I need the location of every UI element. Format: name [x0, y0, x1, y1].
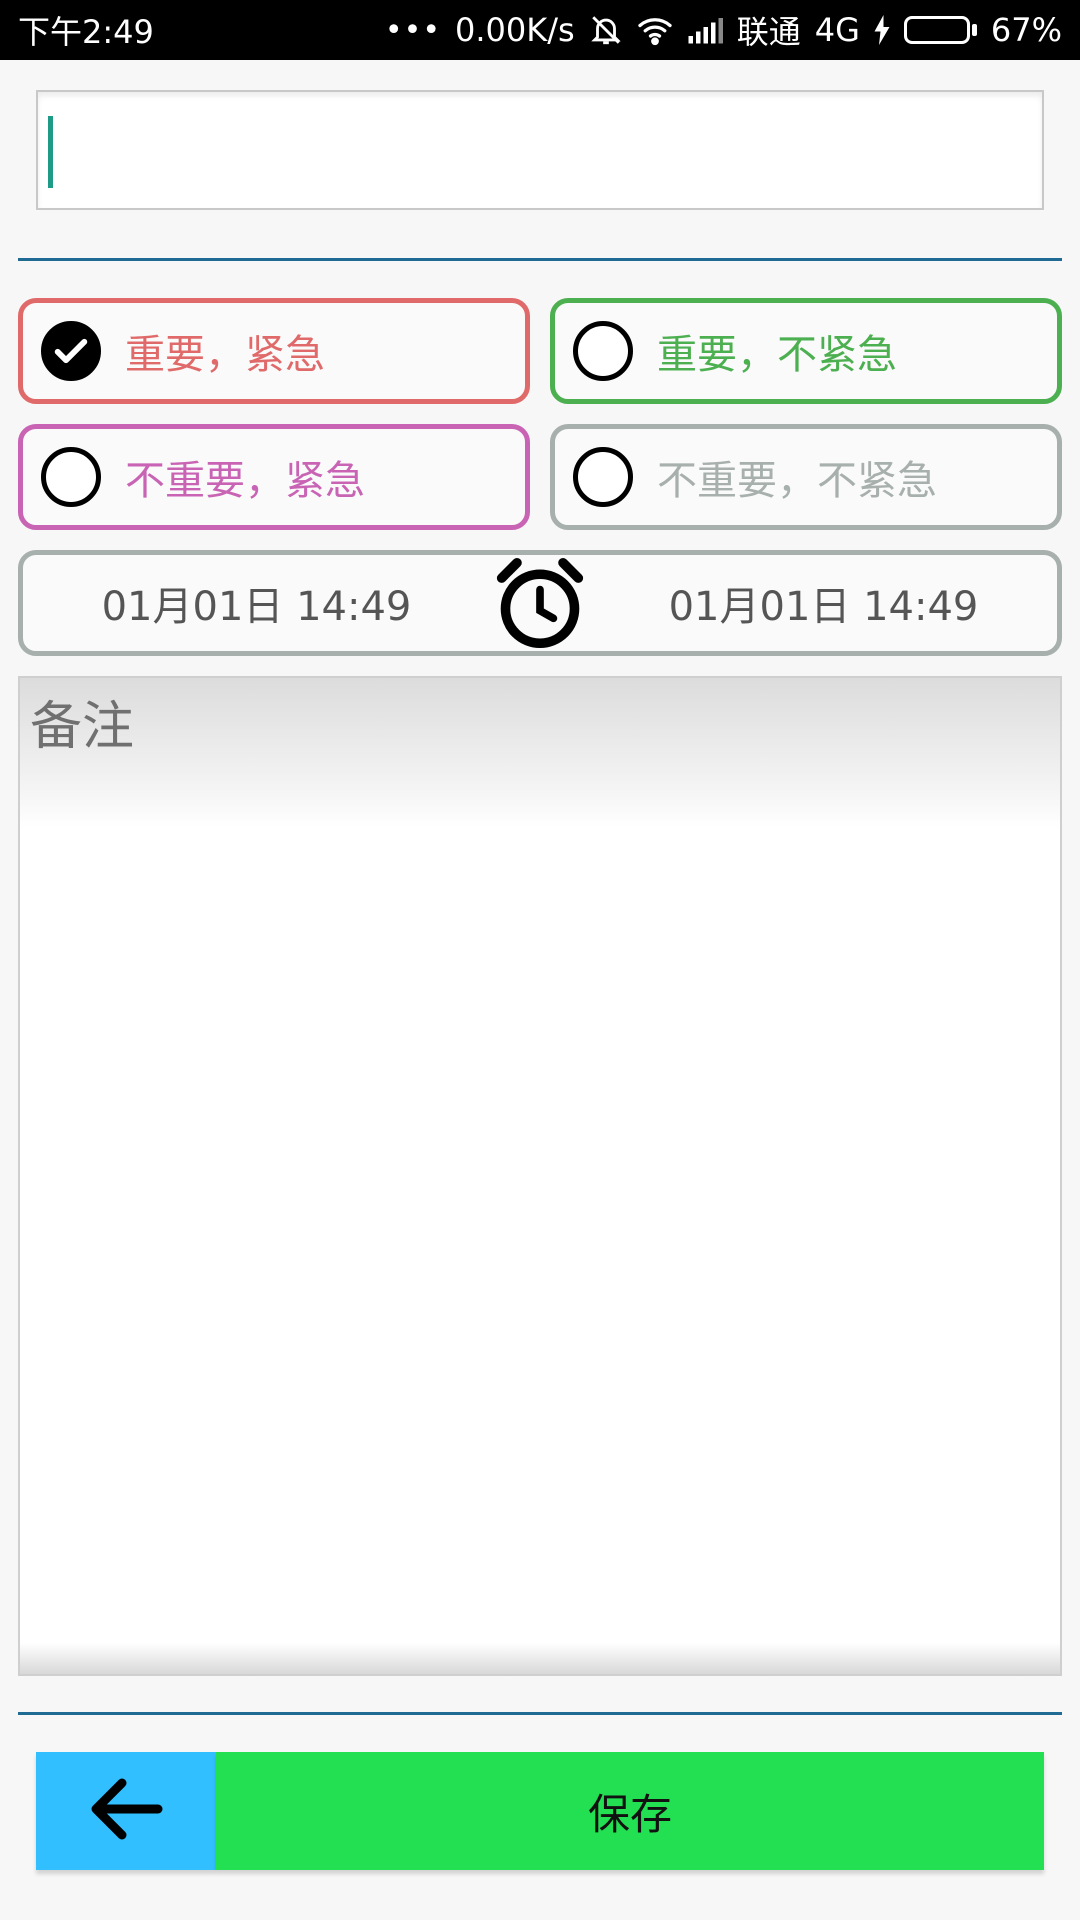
carrier-name: 联通 — [736, 13, 801, 51]
network-type: 4G — [814, 11, 860, 49]
battery-percent: 67% — [990, 11, 1062, 49]
radio-unchecked-icon — [573, 447, 633, 507]
status-bar: 下午2:49 ••• 0.00K/s 联通 4G 67% — [0, 0, 1080, 60]
save-button[interactable]: 保存 — [216, 1752, 1044, 1870]
notes-container — [18, 676, 1062, 1676]
priority-label: 重要，紧急 — [125, 332, 325, 378]
wifi-icon — [637, 14, 673, 46]
text-caret — [48, 116, 53, 188]
signal-icon — [687, 16, 723, 44]
alarm-clock-icon[interactable] — [490, 555, 590, 651]
priority-label: 不重要，不紧急 — [657, 458, 937, 504]
priority-label: 重要，不紧急 — [657, 332, 897, 378]
charging-icon — [874, 15, 890, 45]
top-divider — [18, 258, 1062, 261]
priority-important-not-urgent[interactable]: 重要，不紧急 — [550, 298, 1062, 404]
status-right: ••• 0.00K/s 联通 4G 67% — [385, 7, 1062, 53]
bottom-divider — [18, 1712, 1062, 1715]
back-button[interactable] — [36, 1752, 216, 1870]
start-time[interactable]: 01月01日 14:49 — [23, 574, 490, 632]
network-speed: 0.00K/s — [455, 11, 575, 49]
priority-not-important-urgent[interactable]: 不重要，紧急 — [18, 424, 530, 530]
notes-textarea[interactable] — [20, 678, 1060, 1674]
arrow-left-icon — [86, 1773, 166, 1849]
end-time[interactable]: 01月01日 14:49 — [590, 574, 1057, 632]
status-time: 下午2:49 — [18, 13, 154, 51]
priority-important-urgent[interactable]: 重要，紧急 — [18, 298, 530, 404]
title-input[interactable] — [38, 92, 1042, 208]
more-dots: ••• — [384, 12, 442, 48]
title-input-container — [36, 90, 1044, 210]
radio-unchecked-icon — [41, 447, 101, 507]
bell-off-icon — [589, 13, 623, 47]
time-range: 01月01日 14:49 01月01日 14:49 — [18, 550, 1062, 656]
priority-label: 不重要，紧急 — [125, 458, 365, 504]
priority-not-important-not-urgent[interactable]: 不重要，不紧急 — [550, 424, 1062, 530]
checkbox-checked-icon — [41, 321, 101, 381]
battery-icon — [903, 16, 977, 44]
radio-unchecked-icon — [573, 321, 633, 381]
